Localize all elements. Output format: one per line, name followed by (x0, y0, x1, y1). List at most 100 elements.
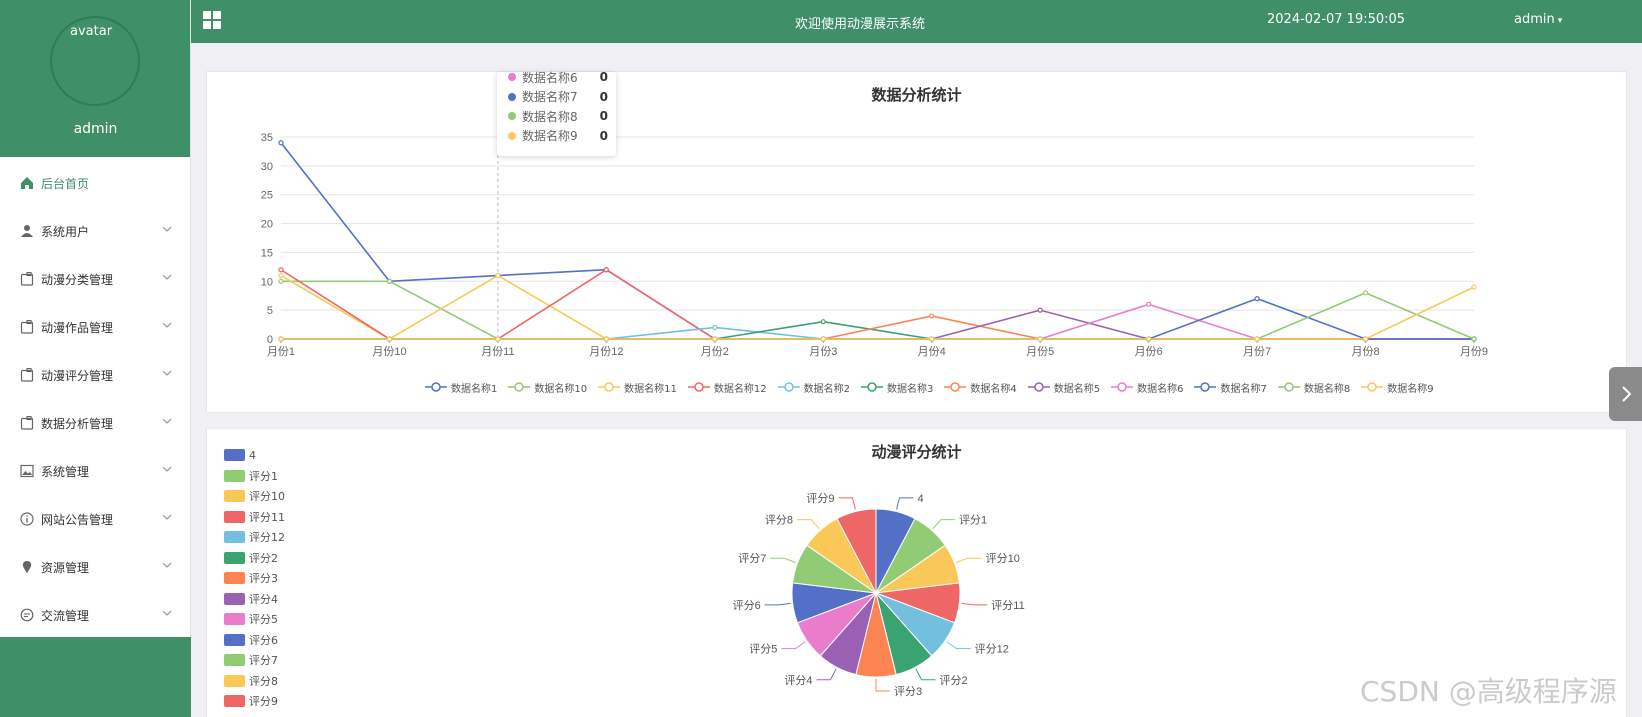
legend-label: 数据名称11 (624, 383, 677, 395)
legend-marker (1111, 382, 1134, 392)
sidebar-item-label: 系统用户 (41, 224, 90, 239)
legend-item[interactable]: 数据名称6 (1111, 380, 1183, 395)
chevron-down-icon (162, 559, 172, 569)
sidebar-item-data-analysis[interactable]: 数据分析管理 (0, 399, 190, 447)
x-tick-label: 月份8 (1351, 345, 1379, 358)
legend-item[interactable]: 数据名称1 (425, 380, 497, 395)
sidebar: avatar admin 后台首页系统用户动漫分类管理动漫作品管理动漫评分管理数… (0, 0, 191, 717)
legend-item[interactable]: 数据名称9 (1361, 380, 1434, 395)
y-tick-label: 5 (267, 305, 273, 317)
data-point (278, 336, 284, 342)
pie-label-line (932, 519, 955, 529)
legend-item[interactable]: 数据名称10 (508, 380, 587, 395)
data-point (386, 336, 393, 342)
info-icon (20, 512, 34, 526)
pie-label: 评分4 (784, 674, 812, 687)
data-point (278, 278, 284, 284)
data-point (1146, 301, 1152, 307)
menu-toggle-grid-icon[interactable] (203, 11, 221, 29)
x-tick-label: 月份3 (809, 345, 837, 358)
x-tick-label: 月份11 (481, 345, 514, 358)
user-icon (20, 224, 34, 238)
clipboard-icon (20, 368, 34, 382)
tooltip-value: 0 (599, 128, 608, 143)
sidebar-username: admin (73, 121, 118, 137)
x-tick-label: 月份2 (701, 345, 729, 358)
data-point (1471, 336, 1477, 342)
legend-label: 数据名称6 (1137, 383, 1184, 395)
legend-item[interactable]: 数据名称4 (944, 380, 1017, 395)
tooltip-dot (508, 92, 516, 101)
legend-item[interactable]: 数据名称11 (598, 380, 677, 395)
data-point (929, 313, 935, 319)
tooltip-series-name: 数据名称7 (522, 90, 578, 105)
pie-label-line (946, 641, 971, 650)
sidebar-item-label: 系统管理 (41, 464, 90, 479)
pie-label-line (797, 519, 820, 529)
data-point (820, 336, 826, 342)
x-tick-label: 月份9 (1460, 345, 1488, 358)
y-tick-label: 15 (261, 247, 273, 259)
data-point (820, 319, 826, 325)
sidebar-item-home[interactable]: 后台首页 (0, 159, 190, 207)
data-point (603, 267, 609, 273)
legend-item[interactable]: 数据名称5 (1027, 380, 1100, 395)
picture-icon (20, 464, 34, 478)
sidebar-item-anime-category[interactable]: 动漫分类管理 (0, 255, 190, 303)
pie-label: 评分3 (894, 685, 922, 698)
tooltip-row: 数据名称8 0 (508, 107, 608, 125)
sidebar-item-label: 动漫评分管理 (41, 368, 114, 383)
top-header: 欢迎使用动漫展示系统 2024-02-07 19:50:05 admin ▾ (191, 0, 1642, 43)
tooltip-dot (508, 112, 516, 121)
data-point (278, 267, 284, 273)
line-chart[interactable]: 0 5 10 15 20 25 30 35 月份1 月份10 月份11 月份12 月份2 月份3 月份4 月份… (207, 72, 1628, 414)
line-chart-card: 数据分析统计 0 5 10 15 20 25 30 35 月份1 月份10 月份11 月份12 月份2 月… (206, 70, 1628, 414)
chat-icon (20, 608, 34, 622)
sidebar-footer (0, 637, 191, 717)
tooltip-series-name: 数据名称8 (522, 109, 578, 124)
sidebar-item-label: 动漫分类管理 (41, 272, 114, 287)
series-line (280, 274, 1474, 340)
user-dropdown[interactable]: admin ▾ (1514, 12, 1562, 27)
sidebar-item-communication[interactable]: 交流管理 (0, 591, 190, 639)
sidebar-item-label: 交流管理 (41, 608, 90, 623)
sidebar-item-users[interactable]: 系统用户 (0, 207, 190, 255)
data-point (1362, 336, 1369, 342)
pie-label: 评分9 (806, 492, 834, 505)
data-point (386, 278, 393, 284)
avatar[interactable]: avatar (50, 16, 140, 106)
data-point (1254, 296, 1260, 302)
chart-tooltip: 数据名称6 0 数据名称7 0 数据名称8 0 数据名称9 0 (497, 70, 616, 156)
series-line (280, 268, 1474, 340)
tooltip-value: 0 (599, 89, 608, 104)
legend-item[interactable]: 数据名称8 (1277, 380, 1351, 395)
sidebar-item-resources[interactable]: 资源管理 (0, 543, 190, 591)
sidebar-item-system[interactable]: 系统管理 (0, 447, 190, 495)
legend-label: 数据名称12 (713, 383, 767, 395)
legend-item[interactable]: 数据名称7 (1194, 380, 1267, 395)
tooltip-value: 0 (599, 70, 608, 84)
tooltip-dot (508, 131, 516, 140)
chevron-right-icon (1621, 386, 1631, 402)
legend-item[interactable]: 数据名称3 (860, 380, 933, 395)
data-point (712, 324, 718, 331)
pie-label: 评分10 (986, 552, 1020, 565)
legend-item[interactable]: 数据名称12 (687, 380, 767, 395)
legend-label: 数据名称8 (1303, 383, 1351, 395)
sidebar-item-anime-rating[interactable]: 动漫评分管理 (0, 351, 190, 399)
pie-label-line (764, 602, 791, 606)
chevron-down-icon (162, 463, 172, 473)
sidebar-item-notice[interactable]: 网站公告管理 (0, 495, 190, 543)
data-point (278, 272, 284, 279)
data-point (1471, 284, 1477, 290)
sidebar-item-anime-works[interactable]: 动漫作品管理 (0, 303, 190, 351)
right-panel-toggle[interactable] (1609, 367, 1642, 421)
legend-item[interactable]: 数据名称2 (777, 380, 850, 395)
legend-marker (1277, 382, 1300, 392)
chevron-down-icon (162, 271, 172, 281)
pie-label: 评分11 (991, 599, 1024, 612)
pie-label-line (875, 679, 890, 692)
y-tick-label: 20 (261, 219, 273, 231)
x-tick-label: 月份5 (1026, 345, 1054, 358)
data-point (712, 336, 718, 342)
